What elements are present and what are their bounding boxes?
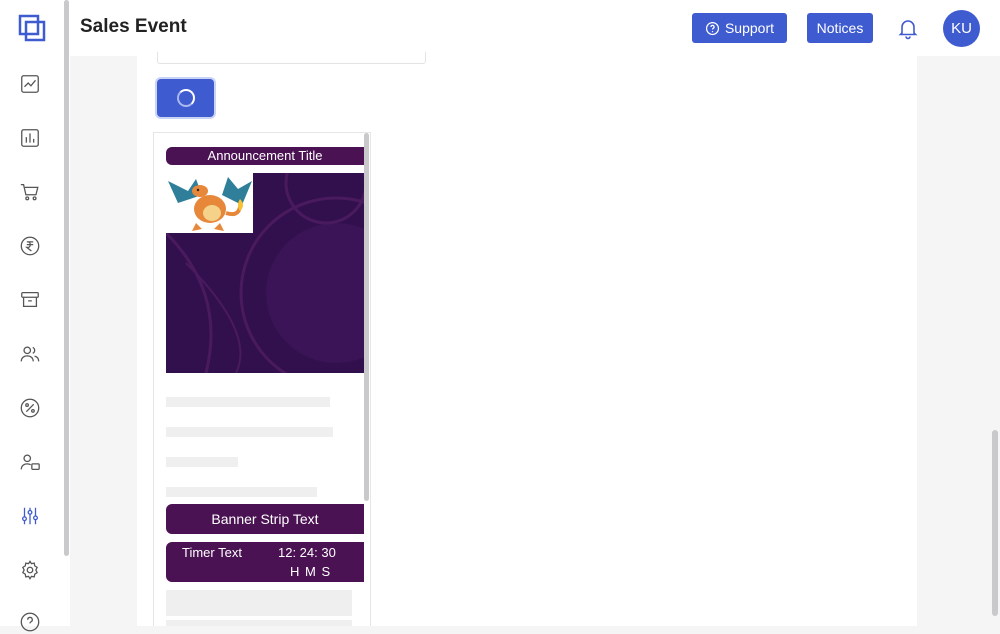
- sidebar-item-inventory[interactable]: [18, 288, 42, 312]
- sidebar-item-payments[interactable]: [18, 234, 42, 258]
- charizard-image: [166, 173, 253, 233]
- banner-image: [166, 173, 364, 373]
- timer-value: 12: 24: 30: [278, 545, 336, 560]
- help-circle-icon: [705, 21, 720, 35]
- sidebar-item-reports[interactable]: [18, 126, 42, 150]
- users-icon: [20, 346, 40, 362]
- gear-icon: [22, 560, 38, 580]
- sidebar-item-discounts[interactable]: [18, 396, 42, 420]
- trend-chart-icon: [21, 75, 39, 93]
- banner-strip: Banner Strip Text: [166, 504, 364, 534]
- cart-icon: [20, 184, 39, 201]
- sidebar-item-orders[interactable]: [18, 180, 42, 204]
- skeleton-line: [166, 397, 330, 407]
- skeleton-line: [166, 457, 238, 467]
- skeleton-line: [166, 487, 317, 497]
- text-field[interactable]: [157, 52, 426, 64]
- sidebar: [0, 0, 70, 632]
- sidebar-item-settings[interactable]: [18, 558, 42, 582]
- announcement-title: Announcement Title: [166, 147, 364, 165]
- timer-units: H M S: [290, 564, 332, 579]
- mobile-preview: Announcement Title Banner Strip Text Tim…: [153, 132, 371, 626]
- support-button-label: Support: [724, 20, 775, 36]
- sliders-icon: [22, 507, 38, 525]
- notification-bell-icon[interactable]: [896, 16, 920, 40]
- sidebar-scrollbar[interactable]: [64, 0, 69, 556]
- bar-chart-icon: [21, 129, 39, 147]
- archive-icon: [21, 292, 39, 308]
- countdown-timer: Timer Text 12: 24: 30 H M S: [166, 542, 364, 582]
- user-avatar[interactable]: KU: [943, 10, 980, 47]
- skeleton-line: [166, 427, 333, 437]
- rupee-icon: [20, 236, 40, 256]
- timer-label: Timer Text: [182, 545, 242, 560]
- loading-spinner-icon: [176, 89, 195, 107]
- skeleton-block: [166, 620, 352, 626]
- percent-icon: [20, 398, 40, 418]
- skeleton-block: [166, 590, 352, 616]
- preview-scrollbar[interactable]: [364, 133, 369, 501]
- sidebar-item-help[interactable]: [18, 610, 42, 634]
- app-logo-icon[interactable]: [18, 14, 46, 42]
- sidebar-item-customers[interactable]: [18, 342, 42, 366]
- top-bar: Sales Event Support Notices KU: [70, 0, 1000, 56]
- page-scrollbar[interactable]: [992, 430, 998, 616]
- sidebar-item-staff[interactable]: [18, 450, 42, 474]
- notices-button-label: Notices: [816, 20, 864, 36]
- sidebar-item-analytics[interactable]: [18, 72, 42, 96]
- page-title: Sales Event: [80, 16, 187, 37]
- sidebar-item-settings-tools[interactable]: [18, 504, 42, 528]
- main-content: Announcement Title Banner Strip Text Tim…: [137, 52, 917, 626]
- notices-button[interactable]: Notices: [807, 13, 873, 43]
- support-button[interactable]: Support: [692, 13, 787, 43]
- loading-submit-button[interactable]: [157, 79, 214, 117]
- help-icon: [20, 612, 40, 632]
- user-card-icon: [20, 454, 40, 470]
